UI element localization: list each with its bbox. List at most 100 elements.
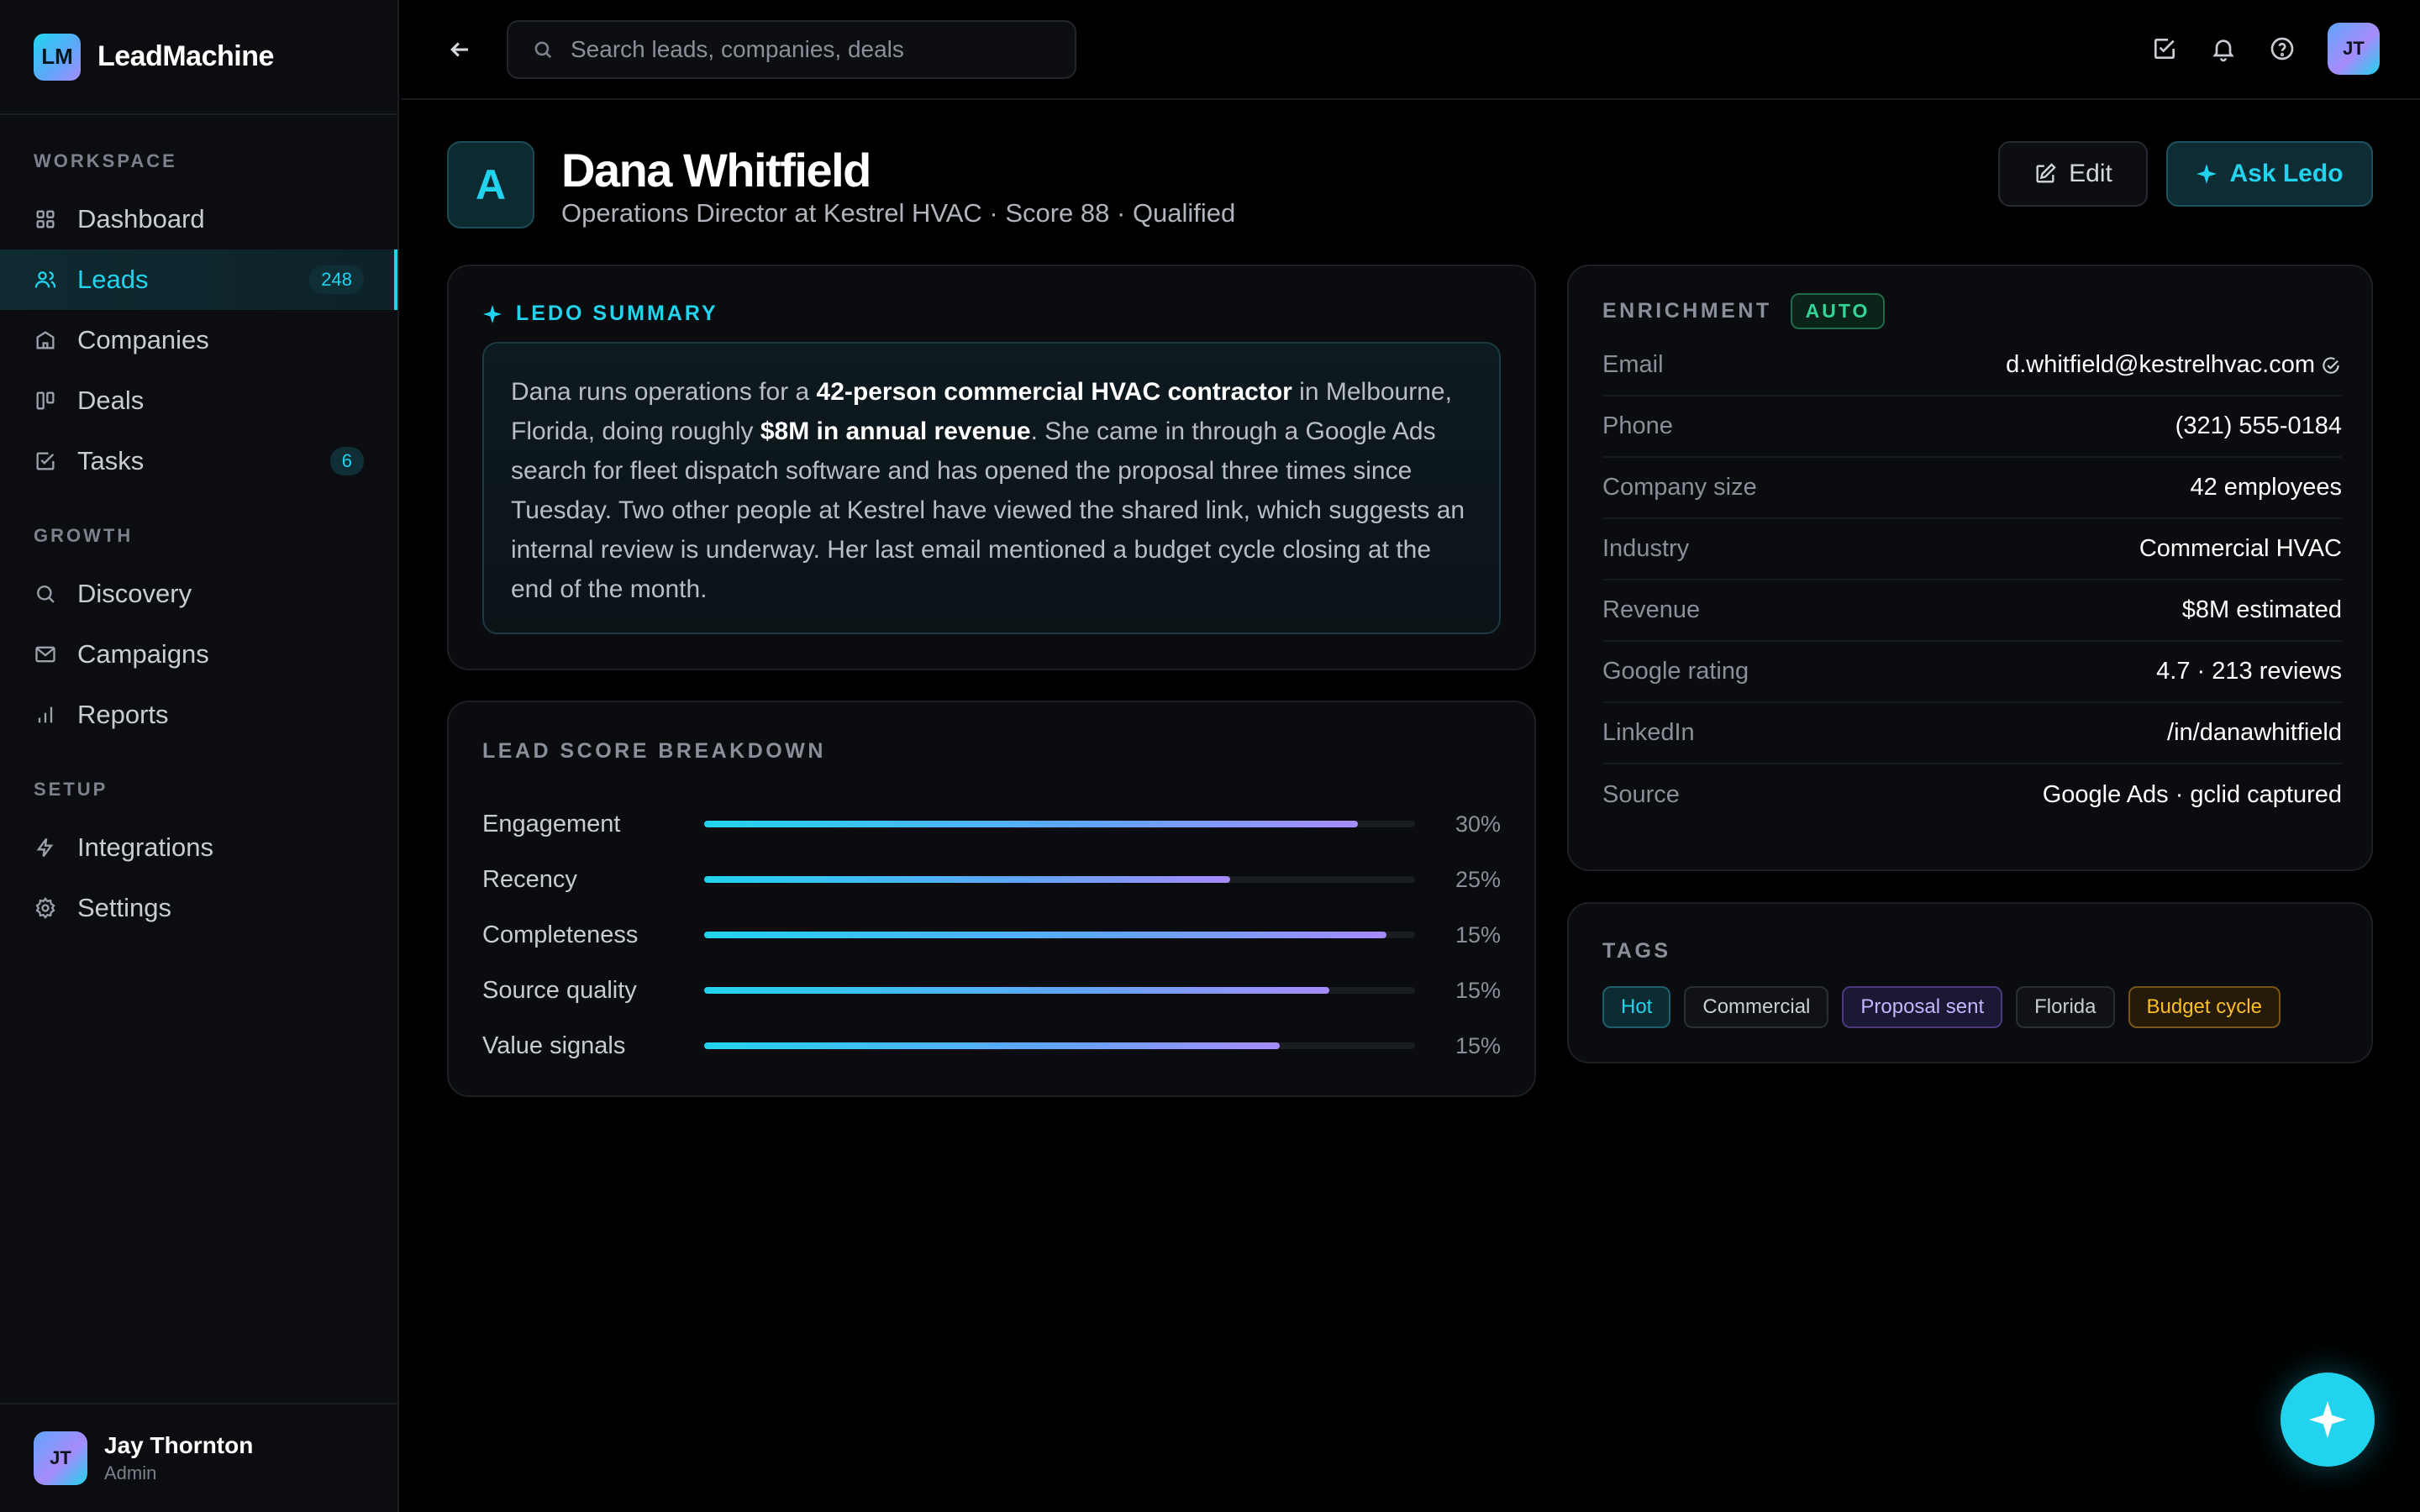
tag-list: Hot Commercial Proposal sent Florida Bud… — [1602, 986, 2294, 1028]
bar-chart-icon — [34, 703, 57, 727]
back-button[interactable] — [443, 33, 476, 66]
score-label: Recency — [482, 865, 577, 893]
enrichment-row-phone: Phone (321) 555-0184 — [1602, 396, 2342, 458]
enrichment-row-company-size: Company size 42 employees — [1602, 458, 2342, 519]
enrichment-header: ENRICHMENT AUTO — [1602, 293, 1886, 329]
field-value: Google Ads · gclid captured — [2042, 781, 2342, 808]
sidebar-item-label: Leads — [77, 265, 149, 294]
sidebar-item-label: Dashboard — [77, 204, 205, 234]
mail-icon — [34, 643, 57, 666]
help-circle-icon — [2270, 37, 2294, 60]
score-bar-track — [704, 876, 1415, 883]
building-icon — [34, 328, 57, 352]
sidebar-item-dashboard[interactable]: Dashboard — [0, 189, 397, 249]
score-weight: 15% — [1455, 921, 1501, 948]
sidebar-item-label: Integrations — [77, 832, 213, 862]
count-badge: 248 — [309, 265, 364, 294]
assistant-fab-button[interactable] — [2281, 1373, 2375, 1467]
sidebar-item-integrations[interactable]: Integrations — [0, 817, 397, 878]
bolt-icon — [34, 836, 57, 859]
field-value[interactable]: d.whitfield@kestrelhvac.com — [2006, 351, 2342, 379]
user-profile[interactable]: JT Jay Thornton Admin — [0, 1403, 399, 1512]
tasks-button[interactable] — [2148, 32, 2181, 66]
sidebar-item-label: Tasks — [77, 446, 145, 475]
tag-budget-cycle[interactable]: Budget cycle — [2128, 986, 2281, 1028]
sidebar-item-discovery[interactable]: Discovery — [0, 564, 397, 624]
score-bar-track — [704, 932, 1415, 938]
enrichment-row-revenue: Revenue $8M estimated — [1602, 580, 2342, 642]
tag-florida[interactable]: Florida — [2016, 986, 2115, 1028]
tag-commercial[interactable]: Commercial — [1684, 986, 1829, 1028]
sidebar-item-settings[interactable]: Settings — [0, 878, 397, 938]
help-button[interactable] — [2265, 32, 2299, 66]
score-bar-fill — [704, 876, 1231, 883]
summary-title-text: LEDO SUMMARY — [516, 302, 718, 325]
enrichment-row-google-rating: Google rating 4.7 · 213 reviews — [1602, 642, 2342, 703]
field-label: Google rating — [1602, 658, 1749, 685]
score-bar-fill — [704, 821, 1359, 827]
summary-highlight: $8M in annual revenue — [760, 417, 1031, 445]
page-title: Dana Whitfield — [561, 144, 871, 197]
sidebar-item-leads[interactable]: Leads 248 — [0, 249, 397, 310]
sparkle-icon — [483, 304, 502, 323]
score-bar-track — [704, 1042, 1415, 1049]
field-label: Revenue — [1602, 596, 1701, 623]
avatar[interactable]: JT — [2328, 23, 2380, 75]
score-label: Source quality — [482, 976, 637, 1004]
field-value: 4.7 · 213 reviews — [2156, 658, 2342, 685]
sidebar: LM LeadMachine WORKSPACE Dashboard Leads… — [0, 0, 399, 1512]
sidebar-item-reports[interactable]: Reports — [0, 685, 397, 745]
search-input[interactable] — [571, 35, 1041, 63]
field-value[interactable]: (321) 555-0184 — [2175, 412, 2342, 440]
score-weight: 15% — [1455, 1032, 1501, 1058]
email-value: d.whitfield@kestrelhvac.com — [2006, 351, 2315, 378]
sidebar-item-campaigns[interactable]: Campaigns — [0, 624, 397, 685]
score-row: Source quality 15% — [482, 963, 1501, 1018]
sidebar-item-label: Reports — [77, 700, 169, 729]
brand-logo: LM — [34, 33, 81, 81]
ask-ledo-button[interactable]: Ask Ledo — [2166, 141, 2373, 207]
brand-name: LeadMachine — [97, 40, 274, 72]
brand[interactable]: LM LeadMachine — [0, 0, 397, 115]
nav-section-workspace: WORKSPACE Dashboard Leads 248 Companies … — [0, 150, 397, 491]
score-weight: 25% — [1455, 866, 1501, 892]
summary-part: Dana runs operations for a — [511, 378, 817, 406]
field-label: LinkedIn — [1602, 719, 1695, 746]
edit-button-label: Edit — [2069, 160, 2112, 187]
edit-button[interactable]: Edit — [1998, 141, 2148, 207]
checkbox-icon — [34, 449, 57, 473]
sidebar-nav: WORKSPACE Dashboard Leads 248 Companies … — [0, 150, 397, 938]
search-icon — [534, 41, 552, 58]
sidebar-item-companies[interactable]: Companies — [0, 310, 397, 370]
arrow-left-icon — [450, 41, 468, 57]
notifications-button[interactable] — [2207, 32, 2240, 66]
gear-icon — [34, 896, 57, 920]
score-bar-fill — [704, 1042, 1281, 1049]
sidebar-item-deals[interactable]: Deals — [0, 370, 397, 431]
users-icon — [34, 268, 57, 291]
sidebar-item-label: Campaigns — [77, 639, 209, 669]
linkedin-link[interactable]: /in/danawhitfield — [2167, 719, 2342, 747]
score-bar-track — [704, 987, 1415, 994]
avatar: JT — [34, 1431, 87, 1485]
field-label: Phone — [1602, 412, 1673, 439]
enrichment-row-email: Email d.whitfield@kestrelhvac.com — [1602, 335, 2342, 396]
tag-proposal-sent[interactable]: Proposal sent — [1842, 986, 2003, 1028]
score-row: Recency 25% — [482, 852, 1501, 907]
score-row: Value signals 15% — [482, 1018, 1501, 1074]
sidebar-item-tasks[interactable]: Tasks 6 — [0, 431, 397, 491]
user-role: Admin — [104, 1462, 157, 1483]
score-bar-fill — [704, 932, 1387, 938]
search-bar[interactable] — [507, 19, 1076, 79]
user-meta: Jay Thornton Admin — [104, 1432, 253, 1484]
sidebar-item-label: Discovery — [77, 579, 192, 608]
grid-icon — [34, 207, 57, 231]
tags-title: TAGS — [1602, 939, 1671, 963]
tag-hot[interactable]: Hot — [1602, 986, 1671, 1028]
enrichment-title: ENRICHMENT — [1602, 299, 1772, 323]
field-value: $8M estimated — [2181, 596, 2342, 623]
score-rows: Engagement 30% Recency 25% Completeness … — [482, 796, 1501, 1074]
nav-section-setup: SETUP Integrations Settings — [0, 779, 397, 938]
sidebar-item-label: Deals — [77, 386, 145, 415]
count-badge: 6 — [329, 447, 364, 475]
